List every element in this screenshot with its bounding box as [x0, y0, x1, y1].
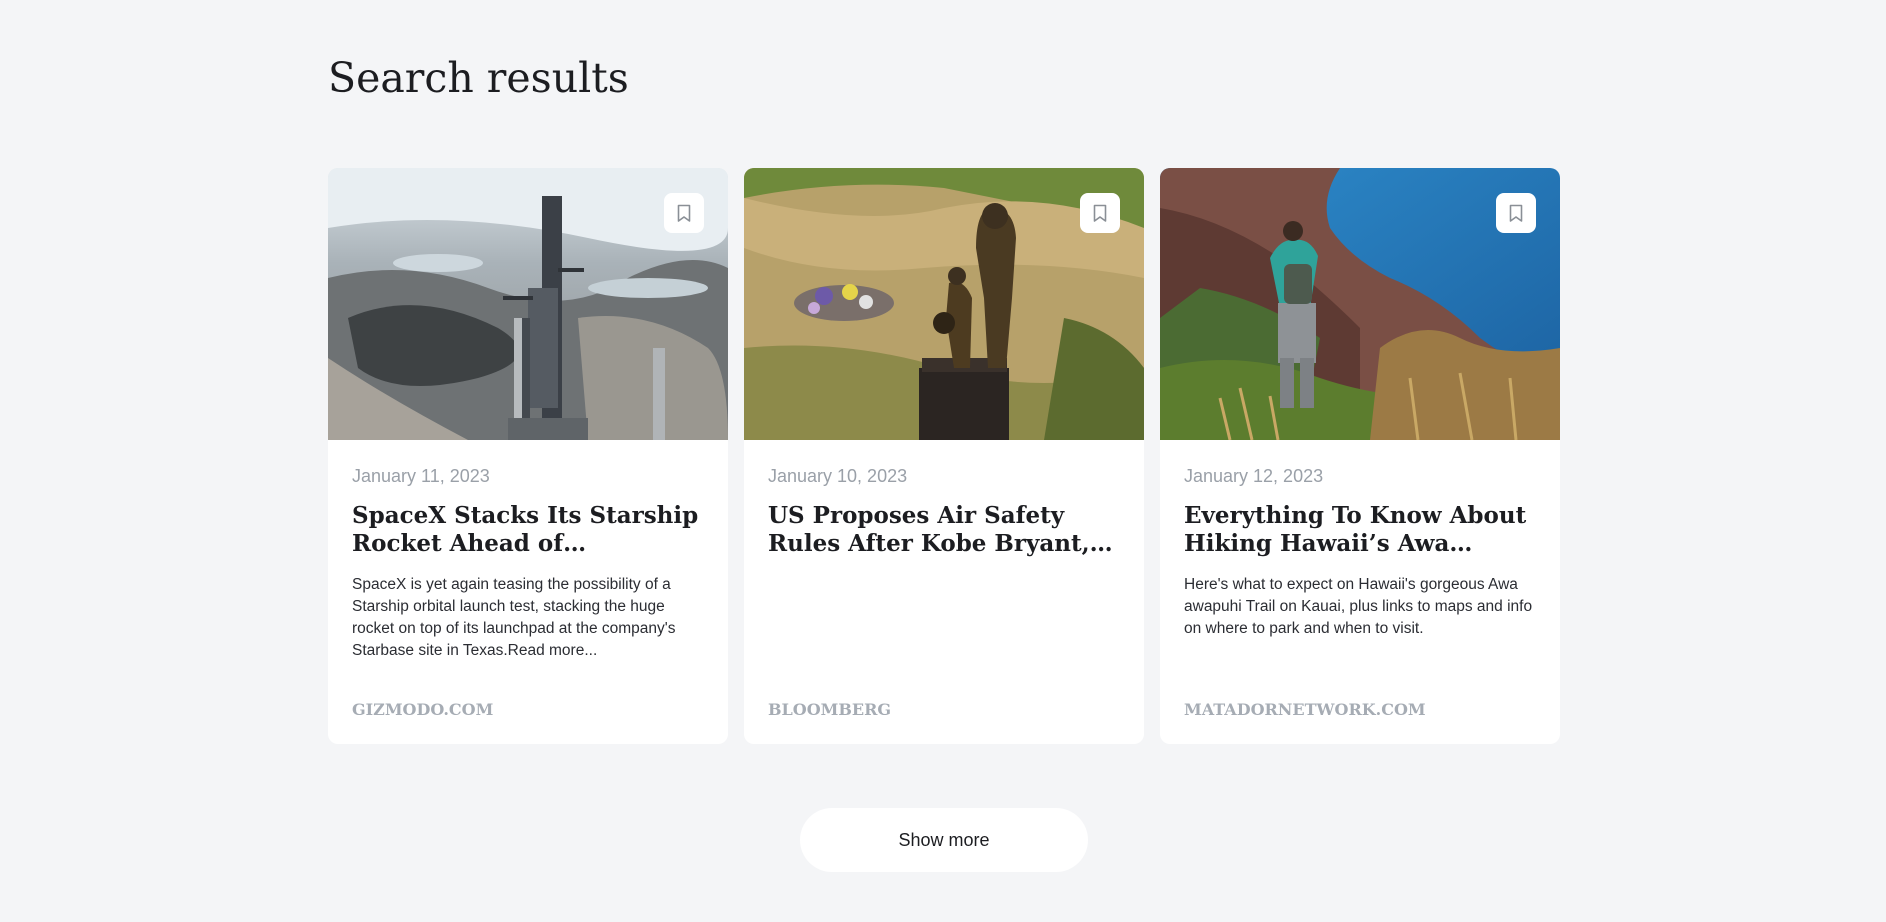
bookmark-icon: [677, 204, 691, 222]
card-source: MATADORNETWORK.COM: [1184, 700, 1426, 719]
card-title[interactable]: Everything To Know About Hiking Hawaii’s…: [1184, 502, 1536, 558]
card-body: January 12, 2023 Everything To Know Abou…: [1184, 464, 1536, 640]
result-card[interactable]: January 12, 2023 Everything To Know Abou…: [1160, 168, 1560, 744]
card-body: January 10, 2023 US Proposes Air Safety …: [768, 464, 1120, 574]
card-image[interactable]: [1160, 168, 1560, 440]
show-more-button[interactable]: Show more: [800, 808, 1088, 872]
card-title[interactable]: US Proposes Air Safety Rules After Kobe …: [768, 502, 1120, 558]
page-title: Search results: [328, 54, 629, 102]
bookmark-button[interactable]: [664, 193, 704, 233]
result-card[interactable]: January 11, 2023 SpaceX Stacks Its Stars…: [328, 168, 728, 744]
card-date: January 11, 2023: [352, 466, 490, 486]
card-source: BLOOMBERG: [768, 700, 892, 719]
search-results-page: Search results January 11, 2023 SpaceX S…: [0, 0, 1886, 922]
bookmark-button[interactable]: [1496, 193, 1536, 233]
card-date: January 10, 2023: [768, 466, 908, 486]
card-source: GIZMODO.COM: [352, 700, 494, 719]
card-body: January 11, 2023 SpaceX Stacks Its Stars…: [352, 464, 704, 662]
bookmark-icon: [1093, 204, 1107, 222]
card-title[interactable]: SpaceX Stacks Its Starship Rocket Ahead …: [352, 502, 704, 558]
bookmark-button[interactable]: [1080, 193, 1120, 233]
result-card[interactable]: January 10, 2023 US Proposes Air Safety …: [744, 168, 1144, 744]
bookmark-icon: [1509, 204, 1523, 222]
results-grid: January 11, 2023 SpaceX Stacks Its Stars…: [328, 168, 1560, 744]
card-image[interactable]: [744, 168, 1144, 440]
card-date: January 12, 2023: [1184, 466, 1324, 486]
card-image[interactable]: [328, 168, 728, 440]
card-description: SpaceX is yet again teasing the possibil…: [352, 576, 676, 659]
card-description: Here's what to expect on Hawaii's gorgeo…: [1184, 576, 1533, 637]
